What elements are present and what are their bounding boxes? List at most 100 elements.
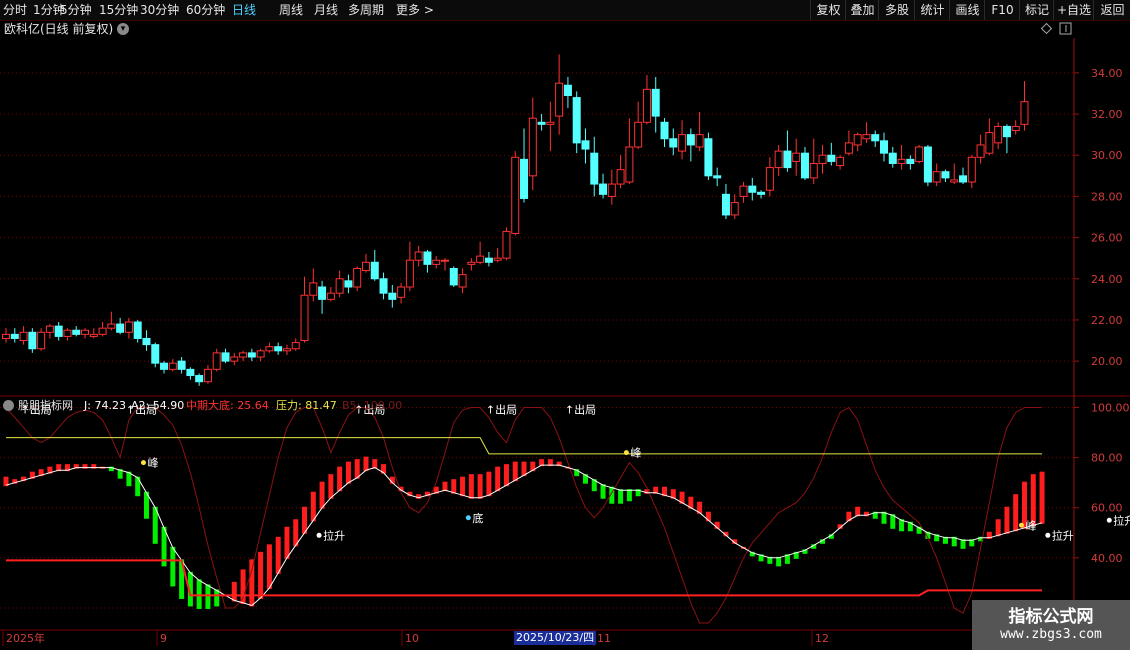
candle [642,88,651,123]
candle [309,282,318,296]
candle [2,333,10,339]
indicator-histogram-bar [275,536,281,574]
indicator-a2-value: A2: 54.90 [131,399,185,412]
candle [37,331,46,350]
candle [10,333,19,339]
indicator-histogram-bar [995,519,1001,537]
annotation-label: 底 [472,511,483,525]
xaxis-label: 12 [815,632,829,645]
indicator-histogram-bar [345,461,351,484]
candle [897,158,906,164]
candle [441,259,449,262]
candle [941,171,950,179]
candle [239,352,248,358]
indicator-histogram-bar [460,476,466,497]
candle [581,140,590,150]
indicator-histogram-bar [328,474,334,499]
candle [344,280,353,288]
indicator-histogram-bar [1039,471,1045,524]
annotation-label: 拉升 [1052,528,1074,542]
candle [414,251,423,261]
indicator-histogram-bar [196,579,202,609]
price-tick-label: 24.00 [1091,273,1123,286]
candle [765,167,774,191]
candle [291,342,300,350]
candle [976,144,985,158]
candle [168,362,177,370]
indicator-histogram-bar [503,464,509,487]
indicator-tick-label: 60.00 [1091,502,1123,515]
annotation-marker [465,515,471,521]
candle [511,156,520,234]
indicator-histogram-bar [135,476,141,497]
candle [757,191,766,195]
candle [800,152,809,179]
candle [458,274,467,288]
xaxis-label: 9 [160,632,167,645]
candle [28,331,37,350]
candle [950,179,959,183]
a2-line [5,464,1043,607]
candle [923,146,932,183]
price-tick-label: 30.00 [1091,149,1123,162]
indicator-histogram-bar [618,489,624,504]
candle [520,158,529,199]
candle [89,333,98,337]
candle [985,132,994,154]
candle [203,368,212,383]
candle [827,154,836,162]
indicator-b5-value: B5: 100.00 [342,399,403,412]
indicator-histogram-bar [337,466,343,492]
candle [107,323,116,329]
candle [853,134,862,146]
cursor-date-label: 2025/10/23/四 [514,631,597,645]
candle [721,193,730,216]
candle [862,134,871,140]
candle [686,134,695,146]
indicator-histogram-bar [249,559,255,607]
candle [388,292,397,300]
indicator-histogram-bar [468,474,474,499]
candle [678,134,687,152]
candle [423,251,432,265]
candle [151,344,160,364]
indicator-histogram-bar [600,484,606,499]
candle [528,117,537,177]
candle [19,331,28,342]
candle [449,267,458,286]
candle [625,146,634,183]
price-tick-label: 28.00 [1091,190,1123,203]
candle [45,325,54,333]
candle [932,171,941,183]
candle [397,286,406,298]
indicator-histogram-bar [310,491,316,522]
diamond-icon [1040,22,1053,35]
candle [967,156,976,183]
candle [160,362,169,370]
candle [555,82,564,117]
candle [81,329,90,335]
chart-canvas[interactable]: 20.00 22.00 24.00 26.00 28.00 30.00 32.00 34.00… [0,0,1130,650]
price-tick-label: 20.00 [1091,355,1123,368]
candle [818,154,827,164]
annotation-label: 峰 [147,457,158,470]
candle [599,183,608,195]
candle [1011,125,1020,132]
indicator-histogram-bar [477,474,483,499]
candle [836,156,845,167]
candle [98,327,107,335]
annotation-marker [1045,532,1051,538]
candle [651,88,660,117]
indicator-histogram-bar [258,551,264,599]
annotation-marker [140,460,146,466]
indicator-histogram-bar [240,569,246,604]
indicator-name[interactable]: 股朋指标网 [18,399,73,413]
candle [590,152,599,185]
candle [748,185,757,193]
price-tick-label: 26.00 [1091,232,1123,245]
candle [265,346,274,352]
indicator-settings-icon[interactable] [3,400,14,411]
indicator-histogram-bar [512,461,518,482]
candle [792,152,801,162]
candle [124,321,133,333]
